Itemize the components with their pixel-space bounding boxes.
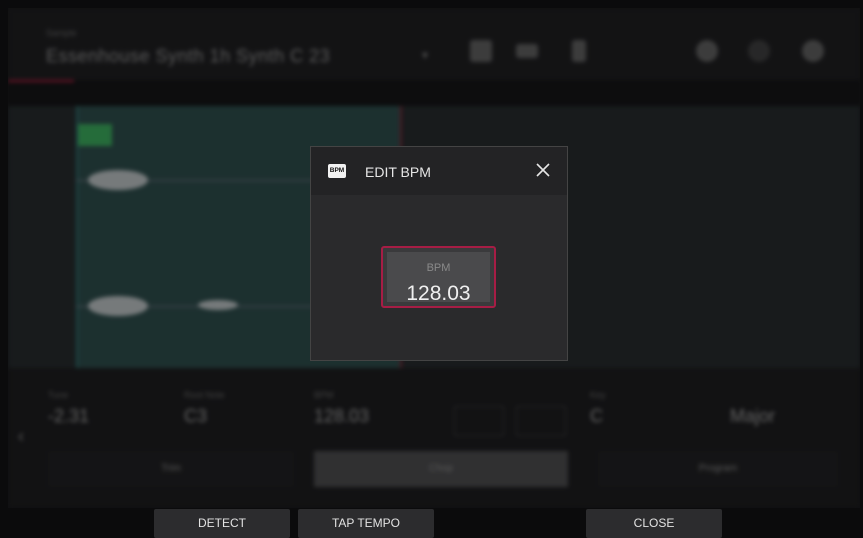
bpm-field[interactable]: BPM 128.03 [381, 246, 496, 308]
bpm-field-value[interactable]: 128.03 [387, 282, 490, 306]
dialog-title: EDIT BPM [365, 164, 431, 180]
tap-tempo-button[interactable]: TAP TEMPO [298, 509, 434, 538]
bpm-field-label: BPM [426, 262, 451, 274]
detect-button[interactable]: DETECT [154, 509, 290, 538]
bpm-field-inner: BPM 128.03 [387, 252, 490, 305]
bpm-icon: BPM [328, 164, 346, 178]
dialog-header: BPM EDIT BPM [311, 147, 567, 195]
close-icon[interactable] [533, 160, 553, 180]
edit-bpm-dialog: BPM EDIT BPM BPM 128.03 [310, 146, 568, 361]
close-button[interactable]: CLOSE [586, 509, 722, 538]
